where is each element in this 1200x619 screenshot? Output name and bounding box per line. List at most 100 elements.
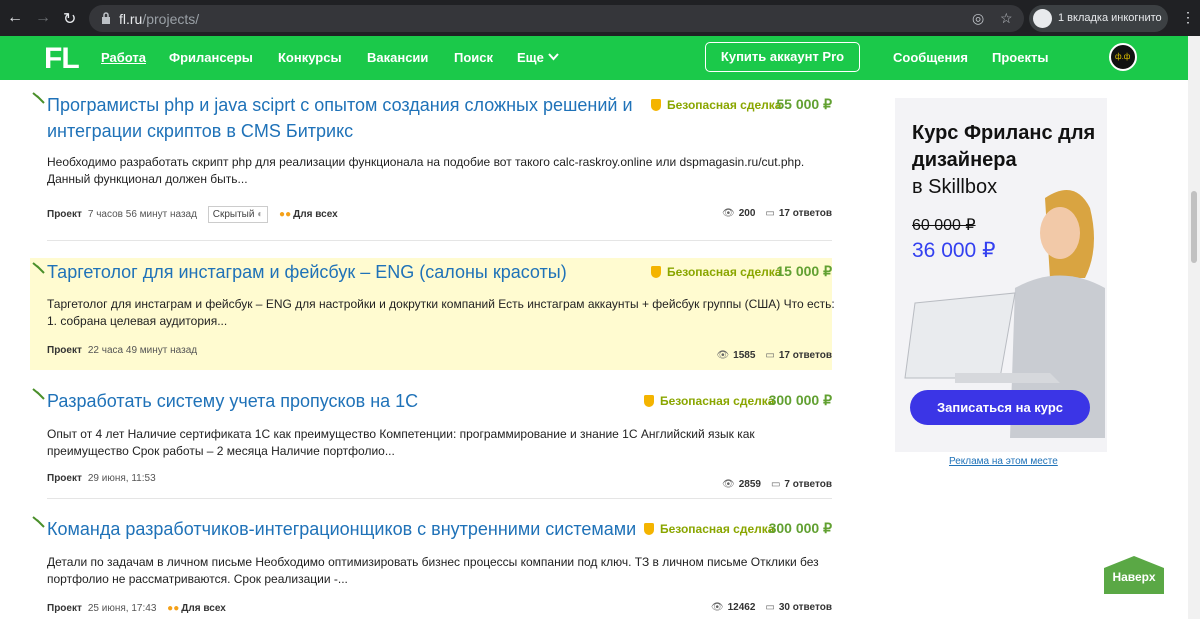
comment-icon: ▭ [765, 208, 775, 219]
eye-off-icon[interactable]: ◎ [972, 10, 984, 27]
project-time: 29 июня, 11:53 [87, 473, 156, 484]
shield-icon [651, 266, 661, 278]
for-all-label: Для всех [293, 209, 338, 220]
back-button[interactable]: ← [7, 9, 23, 27]
star-icon[interactable]: ☆ [1000, 10, 1013, 27]
safe-deal-label: Безопасная сделка [660, 522, 775, 536]
for-all-badge: ●● Для всех [279, 209, 338, 220]
hidden-badge: Скрытый ◐ [207, 206, 269, 223]
project-price: 55 000 ₽ [776, 96, 832, 112]
comment-icon: ▭ [765, 602, 775, 613]
project-time: 22 часа 49 минут назад [87, 345, 198, 356]
hidden-badge-label: Скрытый [212, 209, 255, 220]
project-card: Команда разработчиков-интеграционщиков с… [30, 516, 832, 619]
ad-place-link[interactable]: Реклама на этом месте [949, 456, 1058, 467]
divider [47, 240, 832, 241]
browser-menu-icon[interactable]: ⋮ [1181, 9, 1195, 26]
avatar-text: ф.ф [1115, 52, 1131, 61]
project-type: Проект [47, 603, 82, 614]
project-card: Разработать систему учета пропусков на 1… [30, 388, 832, 498]
views-count: 2859 [738, 479, 761, 490]
ad-banner[interactable]: Курс Фриланс для дизайнера в Skillbox 60… [895, 98, 1107, 452]
views-count: 1585 [733, 350, 756, 361]
url-text: fl.ru/projects/ [119, 11, 199, 27]
reload-button[interactable]: ↻ [63, 9, 76, 29]
scroll-top-button[interactable]: Наверх [1104, 556, 1164, 594]
project-description: Опыт от 4 лет Наличие сертификата 1С как… [47, 427, 755, 458]
nav-contests[interactable]: Конкурсы [278, 50, 342, 65]
pin-icon [32, 516, 45, 528]
safe-deal-label: Безопасная сделка [667, 98, 782, 112]
incognito-icon [1033, 9, 1052, 28]
project-type: Проект [47, 473, 82, 484]
ad-cta-button[interactable]: Записаться на курс [910, 390, 1090, 425]
nav-messages[interactable]: Сообщения [893, 50, 968, 65]
url-host: fl.ru [119, 11, 143, 27]
shield-icon [644, 523, 654, 535]
answers-count[interactable]: 7 ответов [784, 479, 832, 490]
answers-count[interactable]: 17 ответов [779, 208, 832, 219]
project-title[interactable]: Разработать систему учета пропусков на 1… [47, 388, 637, 414]
project-meta: Проект 25 июня, 17:43 ●● Для всех [47, 603, 226, 614]
shield-icon [651, 99, 661, 111]
project-title[interactable]: Програмисты php и java sciprt с опытом с… [47, 92, 637, 144]
project-card: Програмисты php и java sciprt с опытом с… [30, 92, 832, 240]
project-price: 300 000 ₽ [768, 392, 832, 408]
project-title[interactable]: Таргетолог для инстаграм и фейсбук – ENG… [47, 259, 637, 285]
project-meta: Проект 22 часа 49 минут назад [47, 345, 197, 356]
user-avatar[interactable]: ф.ф [1109, 43, 1137, 71]
project-type: Проект [47, 345, 82, 356]
nav-freelancers[interactable]: Фрилансеры [169, 50, 253, 65]
project-price: 15 000 ₽ [776, 263, 832, 279]
comment-icon: ▭ [765, 350, 775, 361]
divider [47, 498, 832, 499]
url-path: /projects/ [142, 11, 200, 27]
project-description: Необходимо разработать скрипт php для ре… [47, 155, 805, 186]
project-time: 25 июня, 17:43 [87, 603, 157, 614]
nav-search[interactable]: Поиск [454, 50, 493, 65]
eye-icon: 👁 [716, 350, 730, 361]
shield-icon [644, 395, 654, 407]
eye-off-icon: ◐ [257, 209, 264, 220]
site-header: FL Работа Фрилансеры Конкурсы Вакансии П… [0, 36, 1188, 80]
buy-pro-button[interactable]: Купить аккаунт Pro [705, 42, 860, 72]
nav-more[interactable]: Еще [517, 50, 559, 65]
pin-icon [32, 388, 45, 400]
page-scrollbar[interactable] [1188, 36, 1200, 619]
nav-more-label: Еще [517, 50, 544, 65]
project-title[interactable]: Команда разработчиков-интеграционщиков с… [47, 516, 647, 542]
project-stats: 👁 1585 ▭ 17 ответов [706, 350, 832, 361]
address-bar[interactable]: fl.ru/projects/ ◎ ☆ [89, 5, 1024, 32]
answers-count[interactable]: 17 ответов [779, 350, 832, 361]
project-meta: Проект 29 июня, 11:53 [47, 473, 156, 484]
fl-logo[interactable]: FL [44, 42, 80, 76]
safe-deal-badge: Безопасная сделка [651, 265, 781, 279]
incognito-label: 1 вкладка инкогнито [1058, 12, 1162, 24]
nav-vacancies[interactable]: Вакансии [367, 50, 428, 65]
answers-count[interactable]: 30 ответов [779, 602, 832, 613]
forward-button[interactable]: → [35, 9, 51, 27]
pin-icon [32, 92, 45, 104]
safe-deal-badge: Безопасная сделка [651, 98, 781, 112]
pin-icon [32, 262, 45, 274]
incognito-indicator[interactable]: 1 вкладка инкогнито [1029, 5, 1168, 32]
scroll-top-label: Наверх [1112, 570, 1156, 584]
for-all-label: Для всех [181, 603, 226, 614]
project-stats: 👁 2859 ▭ 7 ответов [712, 479, 832, 490]
project-price: 300 000 ₽ [768, 520, 832, 536]
people-icon: ●● [167, 603, 180, 614]
project-card-highlighted: Таргетолог для инстаграм и фейсбук – ENG… [30, 258, 835, 370]
people-icon: ●● [279, 209, 292, 220]
nav-projects[interactable]: Проекты [992, 50, 1048, 65]
project-meta: Проект 7 часов 56 минут назад Скрытый ◐ ●… [47, 206, 338, 223]
safe-deal-badge: Безопасная сделка [644, 394, 774, 408]
eye-icon: 👁 [710, 602, 724, 613]
eye-icon: 👁 [722, 479, 735, 490]
views-count: 12462 [727, 602, 756, 613]
scrollbar-thumb[interactable] [1191, 191, 1197, 263]
project-description: Детали по задачам в личном письме Необхо… [47, 555, 819, 586]
eye-icon: 👁 [722, 208, 735, 219]
project-description: Таргетолог для инстаграм и фейсбук – ENG… [47, 297, 835, 328]
browser-toolbar: ← → ↻ fl.ru/projects/ ◎ ☆ 1 вкладка инко… [0, 0, 1200, 36]
nav-work[interactable]: Работа [101, 50, 146, 65]
